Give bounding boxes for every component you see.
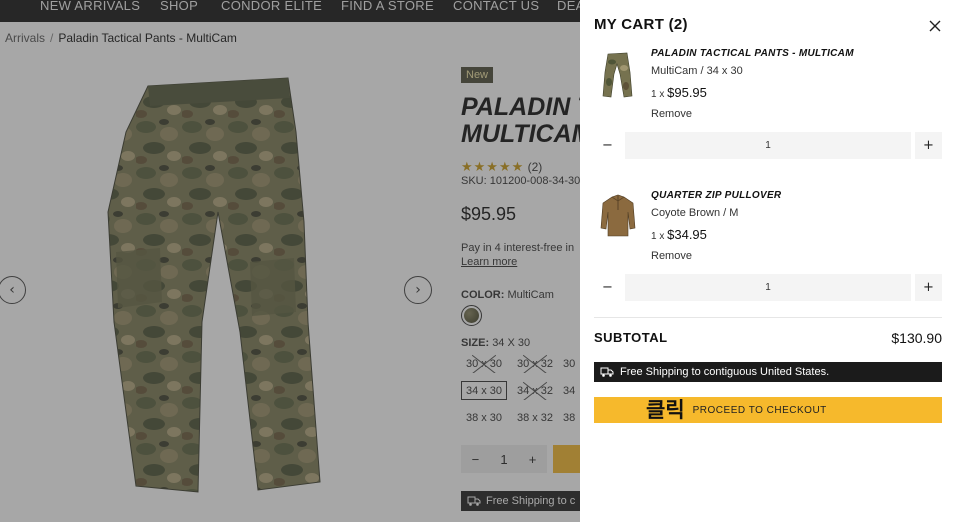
cart-item-name[interactable]: PALADIN TACTICAL PANTS - MULTICAM [651,48,854,59]
cart-qty-minus-button[interactable]: − [594,132,621,159]
cart-item-quantity-stepper: − 1 + [594,274,942,301]
cart-item-qty-prefix: 1 x [651,89,665,100]
checkout-click-annotation: 클릭 [646,397,685,422]
cart-item-name[interactable]: QUARTER ZIP PULLOVER [651,190,781,201]
close-icon [929,20,941,32]
truck-icon [600,367,614,377]
cart-item-thumbnail-pants [602,52,633,98]
cart-item-variant: MultiCam / 34 x 30 [651,65,743,77]
cart-title: MY CART (2) [594,16,688,33]
cart-item-variant: Coyote Brown / M [651,207,739,219]
subtotal-value: $130.90 [891,330,942,346]
cart-item-remove-link[interactable]: Remove [651,108,692,120]
page-dim-overlay[interactable] [0,0,580,522]
cart-item-qty-prefix: 1 x [651,231,665,242]
cart-item-price: 1 x $95.95 [651,85,707,100]
cart-item-price: 1 x $34.95 [651,227,707,242]
cart-item-price-amount: $34.95 [667,227,707,242]
cart-item-remove-link[interactable]: Remove [651,250,692,262]
cart-qty-minus-button[interactable]: − [594,274,621,301]
cart-qty-plus-button[interactable]: + [915,274,942,301]
cart-item-quantity-stepper: − 1 + [594,132,942,159]
cart-qty-input[interactable]: 1 [625,274,911,301]
proceed-to-checkout-button[interactable]: 클릭 PROCEED TO CHECKOUT [594,397,942,423]
checkout-button-label: PROCEED TO CHECKOUT [692,404,827,416]
cart-shipping-banner: Free Shipping to contiguous United State… [594,362,942,382]
cart-item-thumbnail-pullover [600,194,636,237]
cart-drawer: MY CART (2) PALADIN TACTICAL PANTS - MUL… [580,0,960,522]
cart-shipping-text: Free Shipping to contiguous United State… [620,366,830,378]
cart-divider [594,317,942,318]
subtotal-label: SUBTOTAL [594,330,668,345]
cart-qty-plus-button[interactable]: + [915,132,942,159]
close-cart-button[interactable] [924,15,946,37]
cart-qty-input[interactable]: 1 [625,132,911,159]
cart-item-price-amount: $95.95 [667,85,707,100]
